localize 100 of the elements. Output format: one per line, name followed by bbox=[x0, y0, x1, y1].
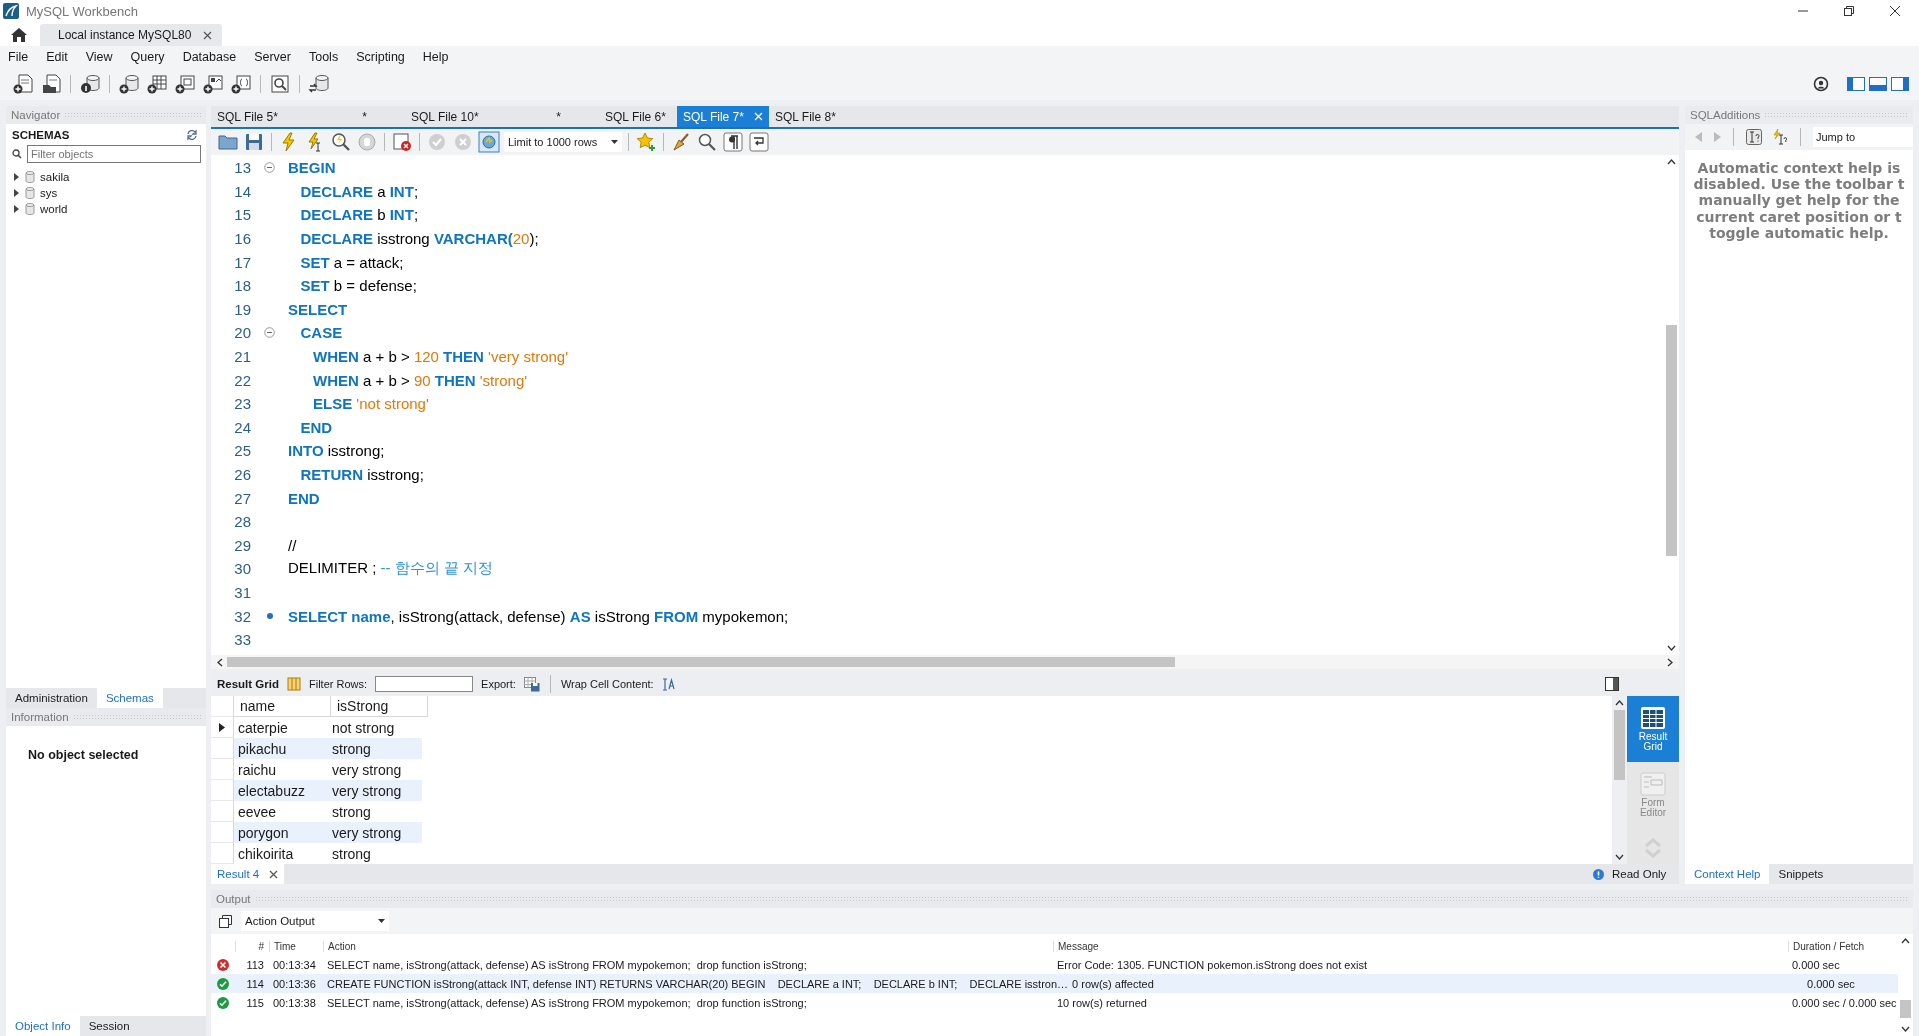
scroll-down-icon[interactable] bbox=[1615, 854, 1624, 860]
column-header[interactable]: name bbox=[234, 696, 331, 717]
table-cell[interactable]: very strong bbox=[328, 822, 422, 843]
restore-icon[interactable] bbox=[1843, 5, 1855, 17]
bottom-panel-toggle-icon[interactable] bbox=[1869, 76, 1887, 92]
save-icon[interactable] bbox=[243, 131, 265, 153]
sql-file-plus-icon[interactable] bbox=[12, 73, 34, 95]
column-header[interactable]: Time bbox=[269, 941, 323, 952]
output-row[interactable]: 114 00:13:36 CREATE FUNCTION isStrong(attack INT, defense INT) RETURNS VARCHAR(20) BEGIN DECLARE a INT; DECLARE b INT; DECLARE isstron… 0 row(s) affected 0.000 sec bbox=[211, 974, 1898, 993]
explain-magnifier-icon[interactable] bbox=[330, 131, 352, 153]
output-row[interactable]: 113 00:13:34 SELECT name, isStrong(attack, defense) AS isStrong FROM mypokemon; drop function isStrong; Error Code: 1305. FUNCTION pokemon.isStrong does not exist 0.000 sec bbox=[211, 955, 1898, 974]
close-tab-icon[interactable] bbox=[269, 869, 279, 879]
jump-to-field[interactable]: Jump to bbox=[1813, 127, 1913, 147]
sidebar-tab[interactable]: Schemas bbox=[96, 688, 163, 708]
expand-arrow-icon[interactable] bbox=[12, 189, 20, 197]
limit-dropdown[interactable]: Limit to 1000 rows bbox=[504, 132, 622, 152]
star-plus-icon[interactable] bbox=[635, 131, 657, 153]
function-plus-icon[interactable] bbox=[230, 73, 252, 95]
scrollbar-thumb[interactable] bbox=[1666, 324, 1677, 556]
menu-item[interactable]: Help bbox=[422, 50, 449, 64]
scroll-right-icon[interactable] bbox=[1667, 657, 1673, 667]
broom-icon[interactable] bbox=[670, 131, 692, 153]
column-header[interactable]: Message bbox=[1053, 941, 1788, 952]
column-header[interactable]: # bbox=[235, 941, 269, 952]
table-plus-icon[interactable] bbox=[146, 73, 168, 95]
schema-item[interactable]: sys bbox=[6, 185, 206, 201]
scrollbar-thumb[interactable] bbox=[1900, 999, 1911, 1019]
scroll-down-icon[interactable] bbox=[1901, 1026, 1910, 1032]
menu-item[interactable]: Server bbox=[254, 50, 291, 64]
stop-on-error-icon[interactable] bbox=[391, 131, 413, 153]
connection-tab[interactable]: Local instance MySQL80 bbox=[40, 24, 223, 46]
table-cell[interactable]: electabuzz bbox=[234, 780, 328, 801]
column-header[interactable]: Duration / Fetch bbox=[1788, 941, 1898, 952]
scroll-left-icon[interactable] bbox=[217, 657, 223, 667]
sidebar-tab[interactable]: Context Help bbox=[1685, 864, 1770, 884]
scroll-up-icon[interactable] bbox=[1901, 938, 1910, 944]
column-header[interactable]: Action bbox=[323, 941, 1053, 952]
horizontal-scrollbar[interactable] bbox=[211, 655, 1679, 669]
context-help-icon[interactable] bbox=[1746, 129, 1762, 145]
table-cell[interactable]: porygon bbox=[234, 822, 328, 843]
result-tab[interactable]: Result 4 bbox=[211, 864, 285, 884]
row-header-cell[interactable] bbox=[211, 696, 234, 717]
editor-tab[interactable]: SQL File 10* * bbox=[405, 106, 599, 127]
menu-item[interactable]: Tools bbox=[308, 50, 339, 64]
row-header-cell[interactable] bbox=[211, 759, 234, 780]
output-type-dropdown[interactable]: Action Output bbox=[241, 911, 389, 931]
wrap-cell-icon[interactable] bbox=[661, 677, 675, 691]
fold-toggle-icon[interactable] bbox=[264, 327, 275, 339]
menu-item[interactable]: Database bbox=[182, 50, 237, 64]
word-wrap-icon[interactable] bbox=[748, 131, 770, 153]
close-icon[interactable] bbox=[1889, 5, 1901, 17]
column-header[interactable]: isStrong bbox=[331, 696, 428, 717]
menu-item[interactable]: Scripting bbox=[356, 50, 405, 64]
editor-tab[interactable]: SQL File 8* bbox=[768, 106, 847, 127]
procedure-plus-icon[interactable] bbox=[202, 73, 224, 95]
view-plus-icon[interactable] bbox=[174, 73, 196, 95]
table-cell[interactable]: pikachu bbox=[234, 738, 328, 759]
output-row[interactable]: 115 00:13:38 SELECT name, isStrong(attack, defense) AS isStrong FROM mypokemon; drop function isStrong; 10 row(s) returned 0.000 sec / 0.000 sec bbox=[211, 993, 1898, 1012]
filter-rows-field[interactable] bbox=[375, 676, 474, 692]
info-tab[interactable]: Object Info bbox=[6, 1016, 80, 1036]
filter-field[interactable]: Filter objects bbox=[27, 145, 201, 163]
refresh-icon[interactable] bbox=[186, 129, 198, 141]
editor-tab[interactable]: SQL File 6* bbox=[599, 106, 677, 127]
menu-item[interactable]: Edit bbox=[46, 50, 68, 64]
table-cell[interactable]: strong bbox=[328, 738, 422, 759]
scroll-down-icon[interactable] bbox=[1667, 645, 1676, 651]
database-reconnect-icon[interactable] bbox=[308, 73, 330, 95]
row-header-cell[interactable] bbox=[211, 717, 234, 738]
table-cell[interactable]: raichu bbox=[234, 759, 328, 780]
table-cell[interactable]: very strong bbox=[328, 780, 422, 801]
schema-item[interactable]: world bbox=[6, 201, 206, 217]
search-icon[interactable] bbox=[696, 131, 718, 153]
scrollbar-thumb[interactable] bbox=[227, 657, 1175, 667]
right-panel-toggle-icon[interactable] bbox=[1891, 76, 1909, 92]
sidebar-tab[interactable]: Snippets bbox=[1769, 864, 1833, 884]
table-cell[interactable]: caterpie bbox=[234, 717, 328, 738]
table-cell[interactable]: not strong bbox=[328, 717, 422, 738]
sidebar-tab[interactable]: Administration bbox=[6, 688, 97, 708]
menu-item[interactable]: File bbox=[8, 50, 29, 64]
autocommit-toggle-icon[interactable] bbox=[478, 131, 500, 153]
result-view-button[interactable]: Result Grid bbox=[1627, 696, 1679, 762]
left-panel-toggle-icon[interactable] bbox=[1847, 76, 1865, 92]
editor-tab[interactable]: SQL File 5* * bbox=[211, 106, 405, 127]
database-info-icon[interactable] bbox=[79, 73, 101, 95]
commit-check-icon[interactable] bbox=[426, 131, 448, 153]
sql-file-open-icon[interactable] bbox=[40, 73, 62, 95]
schema-item[interactable]: sakila bbox=[6, 169, 206, 185]
table-cell[interactable]: strong bbox=[328, 801, 422, 822]
auto-help-icon[interactable] bbox=[1772, 129, 1788, 145]
scroll-up-icon[interactable] bbox=[1615, 700, 1624, 706]
info-tab[interactable]: Session bbox=[79, 1016, 139, 1036]
copy-icon[interactable] bbox=[219, 914, 233, 928]
table-cell[interactable]: very strong bbox=[328, 759, 422, 780]
scrollbar-thumb[interactable] bbox=[1614, 710, 1625, 780]
table-cell[interactable]: eevee bbox=[234, 801, 328, 822]
expand-arrow-icon[interactable] bbox=[12, 205, 20, 213]
panel-toggle-icon[interactable] bbox=[1605, 677, 1619, 691]
scroll-up-icon[interactable] bbox=[1667, 159, 1676, 165]
table-cell[interactable]: strong bbox=[328, 843, 422, 864]
pilcrow-icon[interactable] bbox=[722, 131, 744, 153]
